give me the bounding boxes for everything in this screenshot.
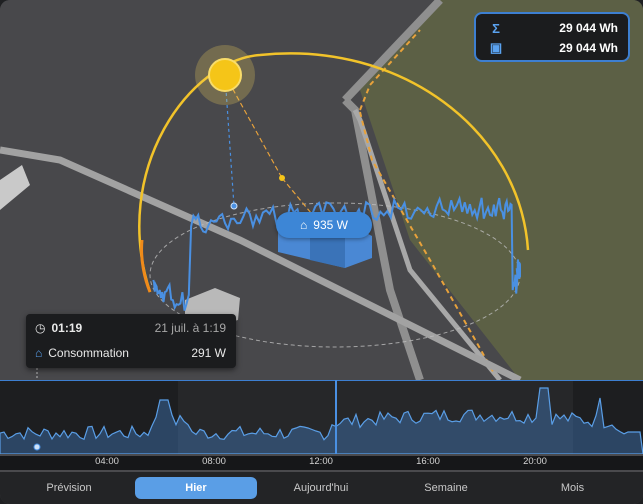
period-tabs: Prévision Hier Aujourd'hui Semaine Mois [0, 472, 643, 504]
day-energy-value: 29 044 Wh [559, 41, 618, 55]
tab-mois[interactable]: Mois [510, 477, 635, 499]
energy-summary-card: Σ 29 044 Wh ▣ 29 044 Wh [474, 12, 630, 62]
tooltip-value: 291 W [191, 346, 226, 360]
house-power-value: 935 W [313, 218, 348, 232]
tick-label: 08:00 [202, 456, 226, 467]
total-energy-row: Σ 29 044 Wh [488, 18, 618, 38]
tooltip-date: 21 juil. à 1:19 [154, 321, 226, 335]
clock-icon: ◷ [35, 321, 46, 335]
calendar-icon: ▣ [489, 40, 503, 55]
home-icon: ⌂ [300, 218, 308, 232]
tick-label: 04:00 [95, 456, 119, 467]
timeline-chart[interactable] [0, 380, 643, 454]
house-power-badge[interactable]: ⌂ 935 W [276, 212, 372, 238]
tooltip-label: Consommation [48, 346, 129, 360]
tooltip-time: 01:19 [51, 321, 83, 335]
tab-prevision[interactable]: Prévision [8, 477, 130, 499]
tab-semaine[interactable]: Semaine [385, 477, 507, 499]
tick-label: 16:00 [416, 456, 440, 467]
chart-tooltip: ◷ 01:19 21 juil. à 1:19 ⌂ Consommation 2… [26, 314, 236, 368]
sun-icon[interactable] [208, 58, 242, 92]
tab-aujourdhui[interactable]: Aujourd'hui [260, 477, 382, 499]
series-marker [230, 202, 238, 210]
tooltip-time-row: ◷ 01:19 21 juil. à 1:19 [35, 318, 226, 338]
home-icon: ⌂ [35, 346, 43, 360]
tick-label: 20:00 [523, 456, 547, 467]
energy-dashboard: Σ 29 044 Wh ▣ 29 044 Wh ⌂ 935 W ◷ 01:19 … [0, 0, 643, 504]
tick-label: 12:00 [309, 456, 333, 467]
tab-hier[interactable]: Hier [135, 477, 257, 499]
day-energy-row: ▣ 29 044 Wh [488, 38, 618, 58]
sun-marker [279, 175, 285, 181]
timeline-axis: 04:00 08:00 12:00 16:00 20:00 [0, 456, 643, 470]
sigma-icon: Σ [492, 20, 500, 36]
timeline-marker [33, 443, 41, 451]
total-energy-value: 29 044 Wh [559, 21, 618, 35]
tooltip-value-row: ⌂ Consommation 291 W [35, 343, 226, 363]
